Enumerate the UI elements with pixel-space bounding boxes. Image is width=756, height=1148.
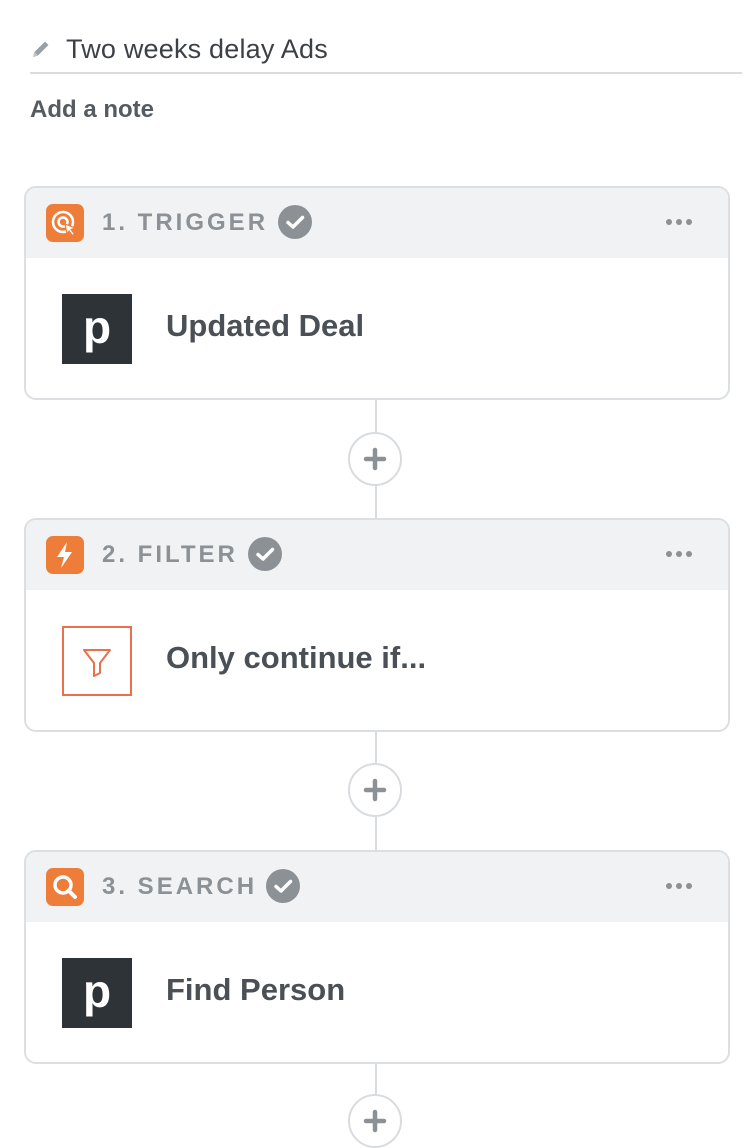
more-horizontal-icon[interactable] [664,878,694,894]
step-title: Only continue if... [166,640,427,675]
step-card-search[interactable]: 3. SEARCH p Find Person [24,850,730,1064]
more-horizontal-icon[interactable] [664,546,694,562]
filter-funnel-icon [62,626,132,696]
step-label: 3. SEARCH [102,873,258,900]
step-title: Updated Deal [166,308,365,343]
step-body[interactable]: p Updated Deal [26,258,728,398]
step-header: 1. TRIGGER [26,188,728,258]
magnifier-icon [46,868,84,906]
add-note-link[interactable]: Add a note [30,96,154,124]
check-circle-icon [266,869,300,903]
check-circle-icon [248,537,282,571]
step-header: 2. FILTER [26,520,728,590]
plus-icon [363,1109,387,1133]
zap-title-field[interactable]: Two weeks delay Ads [30,28,742,74]
step-card-trigger[interactable]: 1. TRIGGER p Updated Deal [24,186,730,400]
step-body[interactable]: Only continue if... [26,590,728,730]
zap-title: Two weeks delay Ads [66,34,328,64]
plus-icon [363,447,387,471]
pencil-icon [33,41,49,57]
add-step-button[interactable] [348,1094,402,1148]
more-horizontal-icon[interactable] [664,214,694,230]
step-card-filter[interactable]: 2. FILTER Only continue if... [24,518,730,732]
add-step-button[interactable] [348,763,402,817]
step-title: Find Person [166,972,346,1007]
step-header: 3. SEARCH [26,852,728,922]
lightning-bolt-icon [46,536,84,574]
plus-icon [363,778,387,802]
add-step-button[interactable] [348,432,402,486]
pipedrive-logo: p [62,294,132,364]
step-label: 2. FILTER [102,541,238,568]
check-circle-icon [278,205,312,239]
step-label: 1. TRIGGER [102,209,269,236]
trigger-cursor-icon [46,204,84,242]
pipedrive-logo: p [62,958,132,1028]
step-body[interactable]: p Find Person [26,922,728,1062]
